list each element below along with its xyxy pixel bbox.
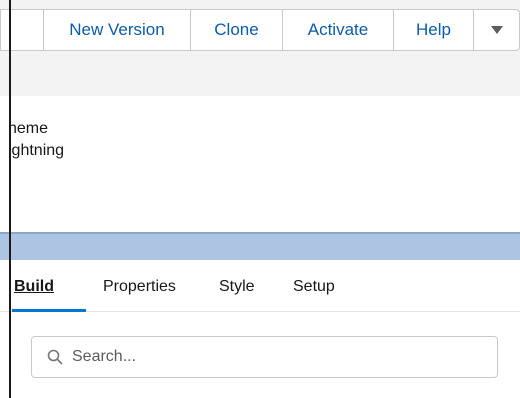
tab-style[interactable]: Style xyxy=(219,262,255,312)
tab-properties[interactable]: Properties xyxy=(103,262,176,312)
activate-button[interactable]: Activate xyxy=(283,9,394,51)
search-icon xyxy=(46,348,64,366)
toolbar: New Version Clone Activate Help xyxy=(0,0,520,96)
chevron-down-icon xyxy=(490,26,503,34)
page-info: heme ightning xyxy=(8,118,64,162)
theme-label: heme xyxy=(8,120,49,137)
search-input[interactable] xyxy=(70,347,494,367)
tab-setup[interactable]: Setup xyxy=(293,262,335,312)
left-edge-border xyxy=(9,0,11,398)
active-tab-indicator xyxy=(12,309,86,312)
tab-bar: Build Properties Style Setup xyxy=(0,262,520,312)
theme-value: ightning xyxy=(8,142,65,159)
more-actions-button[interactable] xyxy=(474,9,520,51)
clone-button[interactable]: Clone xyxy=(191,9,283,51)
toolbar-partial-button[interactable] xyxy=(0,9,44,51)
help-button[interactable]: Help xyxy=(394,9,474,51)
builder-panel: New Version Clone Activate Help heme igh… xyxy=(0,0,520,398)
tab-build[interactable]: Build xyxy=(14,262,54,312)
search-box[interactable] xyxy=(31,336,498,378)
section-divider-band xyxy=(0,232,520,260)
toolbar-button-group: New Version Clone Activate Help xyxy=(0,9,520,51)
new-version-button[interactable]: New Version xyxy=(44,9,191,51)
